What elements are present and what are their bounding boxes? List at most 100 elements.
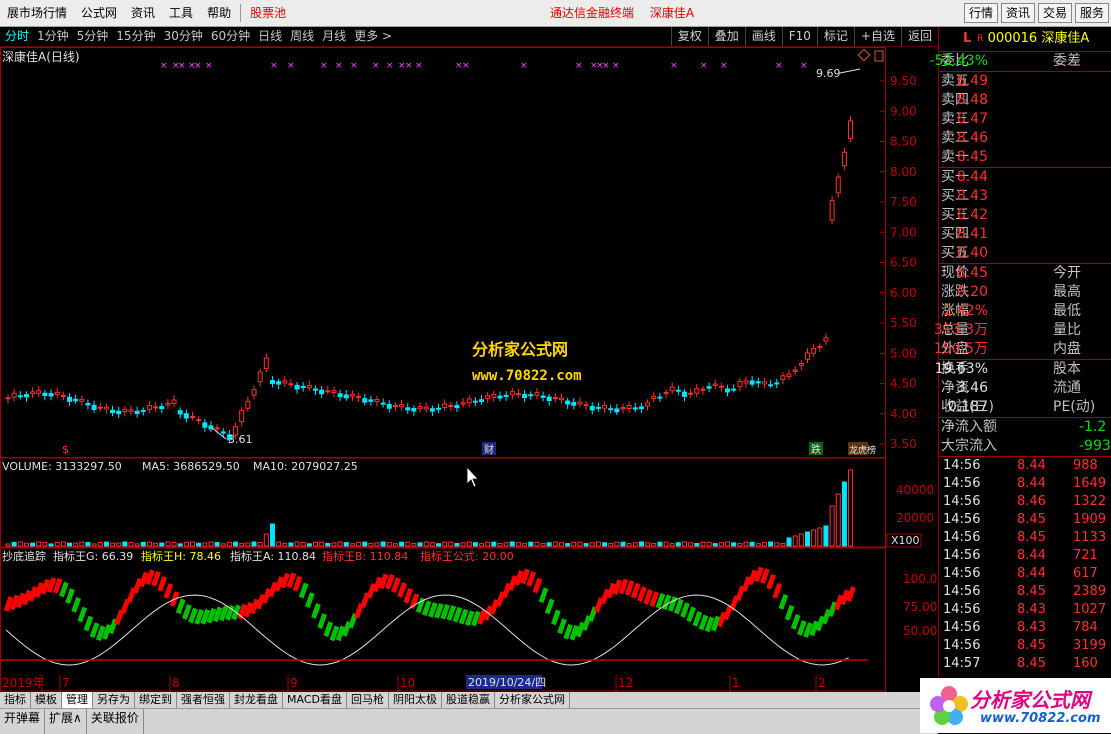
window-marker-icon[interactable] [874, 50, 884, 62]
volume-panel-frame [0, 457, 886, 548]
formula-tab[interactable]: 回马枪 [347, 692, 389, 708]
signal-x-mark: × [350, 61, 358, 71]
period-tab[interactable]: 更多 > [351, 27, 397, 46]
menu-news[interactable]: 资讯 [124, 0, 162, 26]
formula-tab[interactable]: 模板 [31, 692, 62, 708]
volume-bar [399, 541, 405, 547]
tick-volume: 1027 [1073, 602, 1107, 617]
formula-tab[interactable]: 分析家公式网 [495, 692, 570, 708]
volume-bar [226, 541, 232, 547]
high-pointer [839, 68, 861, 74]
volume-bar [73, 542, 79, 547]
candle-body [688, 392, 694, 395]
candle-body [110, 409, 116, 414]
volume-bar [97, 541, 103, 547]
row-value: 8.49 [956, 73, 988, 89]
volume-bar [848, 469, 854, 547]
expand-button[interactable]: 扩展∧ [45, 709, 87, 734]
menu-market[interactable]: 展市场行情 [0, 0, 74, 26]
volume-bar [392, 543, 398, 547]
service-button[interactable]: 服务 [1074, 3, 1109, 23]
diamond-marker-icon[interactable] [857, 48, 871, 62]
volume-bar [522, 543, 528, 547]
menu-help[interactable]: 帮助 [200, 0, 238, 26]
candle-body [589, 405, 595, 411]
formula-tab[interactable]: MACD看盘 [283, 692, 347, 708]
period-tab[interactable]: 1分钟 [34, 27, 74, 46]
formula-tab[interactable]: 绑定到 [135, 692, 177, 708]
tool-button[interactable]: 标记 [816, 27, 854, 46]
candle-body [448, 405, 454, 408]
tool-button[interactable]: 返回 [900, 27, 938, 46]
period-tab[interactable]: 日线 [255, 27, 287, 46]
formula-tab[interactable]: 阴阳太极 [389, 692, 442, 708]
trade-button[interactable]: 交易 [1037, 3, 1072, 23]
volume-bar [214, 542, 220, 547]
candle-body [706, 386, 712, 389]
candle-body [626, 404, 632, 409]
indicator-band [563, 623, 574, 640]
flow-row: 大宗流入 -993 [939, 437, 1111, 456]
dragon-tiger-marker[interactable]: 龙虎榜 [849, 444, 876, 456]
related-quote-button[interactable]: 关联报价 [87, 709, 144, 734]
signal-x-mark: × [178, 61, 186, 71]
formula-tab[interactable]: 指标 [0, 692, 31, 708]
indicator-band [366, 583, 377, 599]
volume-bar [220, 543, 226, 547]
formula-tab[interactable]: 管理 [62, 692, 93, 708]
signal-x-mark: × [575, 61, 583, 71]
period-tab[interactable]: 5分钟 [74, 27, 114, 46]
indicator-band [501, 582, 512, 599]
tool-button[interactable]: 复权 [670, 27, 708, 46]
formula-tab[interactable]: 股道稳赢 [442, 692, 495, 708]
volume-bar [546, 542, 552, 547]
candle-body [583, 404, 589, 407]
quote-row: 卖一 8.45 [939, 148, 1111, 167]
menu-formula[interactable]: 公式网 [74, 0, 124, 26]
formula-tab[interactable]: 另存为 [93, 692, 135, 708]
s-marker[interactable]: $ [62, 443, 69, 456]
danmaku-button[interactable]: 开弹幕 [0, 709, 46, 734]
tool-button[interactable]: 画线 [744, 27, 782, 46]
brand-logo: 分析家公式网 www.70822.com [920, 678, 1111, 733]
indicator-band [40, 578, 51, 595]
row-label-2: 量比 [1053, 322, 1081, 338]
period-tab[interactable]: 分时 [2, 27, 34, 46]
candle-body [42, 392, 48, 397]
tick-volume: 1133 [1073, 530, 1107, 545]
tool-button[interactable]: F10 [781, 27, 817, 46]
tool-button[interactable]: 叠加 [707, 27, 745, 46]
candle-body [841, 151, 847, 167]
kline-chart[interactable]: 9.50 9.00 8.50 8.00 7.50 7.00 6.50 6.00 5.50 5.00… [0, 47, 938, 692]
menu-stock-pool[interactable]: 股票池 [243, 0, 293, 26]
period-tab[interactable]: 30分钟 [161, 27, 208, 46]
quote-panel: L R 000016 深康佳A 委比 -52.43% 委差 卖五 8.49 卖四 8.48… [930, 27, 1111, 733]
candle-body [429, 408, 435, 412]
period-tab[interactable]: 15分钟 [113, 27, 160, 46]
period-tab[interactable]: 月线 [319, 27, 351, 46]
quote-button[interactable]: 行情 [963, 3, 998, 23]
period-tab[interactable]: 60分钟 [208, 27, 255, 46]
indicator-band [446, 605, 457, 621]
candle-body [239, 410, 245, 423]
volume-bar [349, 543, 355, 547]
tool-button[interactable]: +自选 [853, 27, 901, 46]
menu-tools[interactable]: 工具 [162, 0, 200, 26]
indicator-band [784, 604, 795, 621]
formula-tab[interactable]: 强者恒强 [177, 692, 230, 708]
flow-label: 大宗流入 [941, 438, 997, 454]
volume-bar [313, 541, 318, 547]
indicator-band [163, 583, 174, 599]
weibi-value: -52.43% [929, 53, 988, 69]
indicator-band [495, 591, 506, 607]
period-tab[interactable]: 周线 [287, 27, 319, 46]
volume-bar [276, 541, 282, 547]
formula-tab[interactable]: 封龙看盘 [230, 692, 283, 708]
volume-bar [755, 543, 761, 547]
indicator-name[interactable]: 抄底追踪 [2, 549, 46, 563]
volume-bar [11, 541, 17, 547]
info-button[interactable]: 资讯 [1000, 3, 1035, 23]
drop-marker[interactable]: 跌 [811, 443, 821, 456]
finance-marker[interactable]: 财 [484, 443, 494, 456]
tick-price: 8.44 [1017, 548, 1046, 563]
